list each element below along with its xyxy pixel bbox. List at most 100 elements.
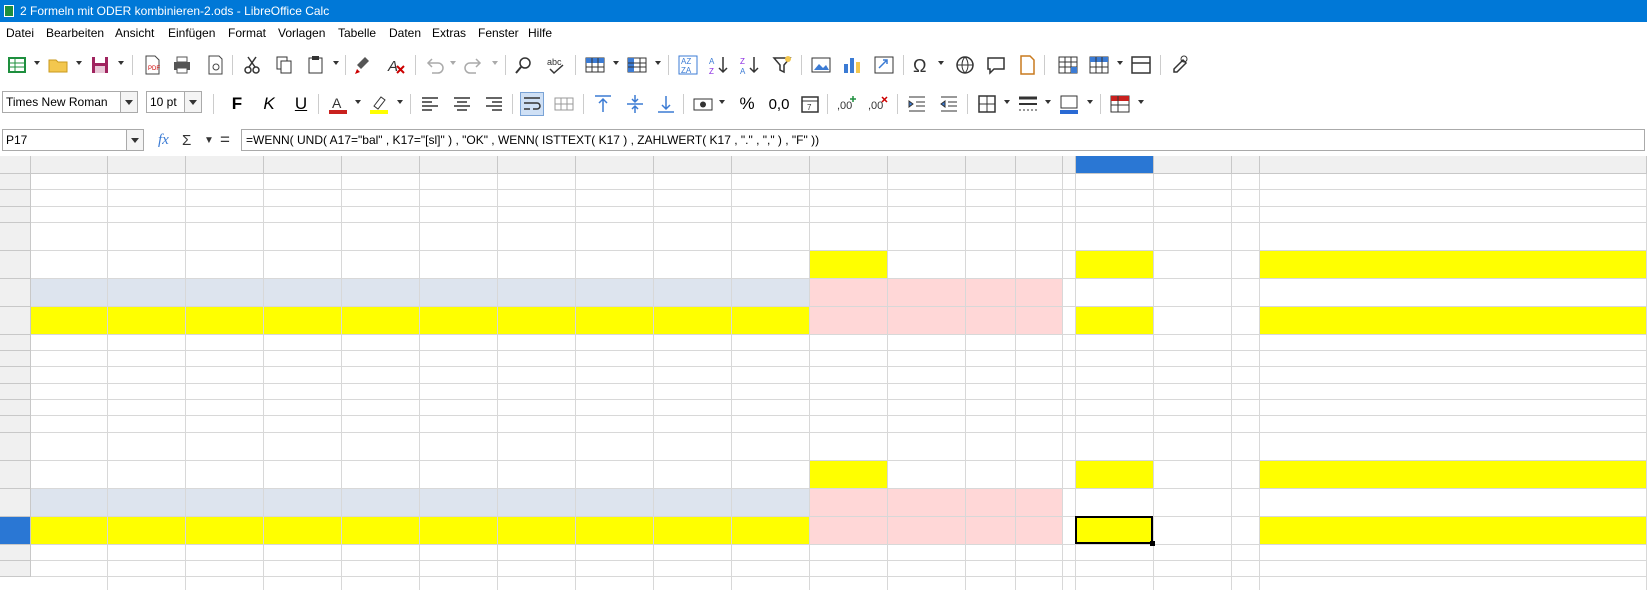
highlight-color-icon[interactable] [367, 92, 391, 116]
increase-indent-icon[interactable] [905, 92, 929, 116]
insert-chart-icon[interactable] [840, 53, 864, 77]
delete-decimal-icon[interactable]: ,00 [866, 92, 890, 116]
row-header-11[interactable] [0, 384, 31, 400]
column-header-D[interactable] [264, 156, 342, 174]
center-vertically-icon[interactable] [623, 92, 647, 116]
column-header-M[interactable] [966, 156, 1016, 174]
spelling-icon[interactable]: abc [545, 53, 569, 77]
headers-footers-icon[interactable] [1015, 53, 1039, 77]
row-header-8[interactable] [0, 335, 31, 351]
font-name-box[interactable]: Times New Roman [2, 91, 138, 113]
border-color-icon[interactable] [1057, 92, 1081, 116]
font-size-box[interactable]: 10 pt [146, 91, 202, 113]
column-header-I[interactable] [654, 156, 732, 174]
special-character-dropdown-icon[interactable] [938, 61, 944, 65]
new-dropdown-icon[interactable] [34, 61, 40, 65]
select-all-corner[interactable] [0, 156, 31, 174]
highlight-dropdown-icon[interactable] [397, 100, 403, 104]
bold-button[interactable]: F [225, 92, 249, 116]
row-header-17[interactable] [0, 517, 31, 545]
conditional-format-icon[interactable] [1108, 92, 1132, 116]
clear-formatting-icon[interactable]: A [384, 53, 408, 77]
chevron-down-icon[interactable] [184, 92, 201, 112]
row-icon[interactable] [583, 53, 607, 77]
show-draw-functions-icon[interactable] [1168, 53, 1192, 77]
fill-handle[interactable] [1150, 541, 1155, 546]
clone-formatting-icon[interactable] [352, 53, 376, 77]
menu-bearbeiten[interactable]: Bearbeiten [46, 22, 104, 44]
redo-icon[interactable] [462, 53, 486, 77]
special-character-icon[interactable]: Ω [910, 53, 934, 77]
menu-extras[interactable]: Extras [432, 22, 466, 44]
column-header-C[interactable] [186, 156, 264, 174]
column-header-O[interactable] [1063, 156, 1076, 174]
column-header-J[interactable] [732, 156, 810, 174]
align-left-icon[interactable] [418, 92, 442, 116]
underline-button[interactable]: U [289, 92, 313, 116]
column-header-P[interactable] [1076, 156, 1154, 174]
menu-format[interactable]: Format [228, 22, 266, 44]
sort-ascending-icon[interactable]: AZ [707, 53, 731, 77]
export-pdf-icon[interactable]: PDF [140, 53, 164, 77]
sum-icon[interactable]: Σ [182, 132, 191, 149]
chevron-down-icon[interactable] [126, 130, 143, 150]
row-header-1[interactable] [0, 174, 31, 190]
row-header-15[interactable] [0, 461, 31, 489]
hyperlink-icon[interactable] [953, 53, 977, 77]
column-header-K[interactable] [810, 156, 888, 174]
menu-daten[interactable]: Daten [389, 22, 421, 44]
align-right-icon[interactable] [482, 92, 506, 116]
row-header-16[interactable] [0, 489, 31, 517]
pivot-table-icon[interactable] [872, 53, 896, 77]
print-icon[interactable] [170, 53, 194, 77]
name-box[interactable]: P17 [2, 129, 144, 151]
font-color-dropdown-icon[interactable] [355, 100, 361, 104]
row-header-4[interactable] [0, 223, 31, 251]
paste-icon[interactable] [304, 53, 328, 77]
borders-icon[interactable] [975, 92, 999, 116]
function-wizard-icon[interactable]: fx [158, 132, 169, 149]
sort-icon[interactable]: AZ ZA [676, 53, 700, 77]
align-top-icon[interactable] [591, 92, 615, 116]
row-header-13[interactable] [0, 416, 31, 433]
copy-icon[interactable] [272, 53, 296, 77]
column-header-N[interactable] [1016, 156, 1063, 174]
sort-descending-icon[interactable]: ZA [738, 53, 762, 77]
row-header-18[interactable] [0, 545, 31, 561]
menu-datei[interactable]: Datei [6, 22, 34, 44]
column-header-B[interactable] [108, 156, 186, 174]
open-dropdown-icon[interactable] [76, 61, 82, 65]
split-window-icon[interactable] [1129, 53, 1153, 77]
save-dropdown-icon[interactable] [118, 61, 124, 65]
undo-icon[interactable] [422, 53, 446, 77]
menu-hilfe[interactable]: Hilfe [528, 22, 552, 44]
percent-format-icon[interactable]: % [735, 92, 759, 116]
new-document-icon[interactable] [5, 53, 29, 77]
column-header-H[interactable] [576, 156, 654, 174]
find-replace-icon[interactable] [512, 53, 536, 77]
row-header-2[interactable] [0, 190, 31, 207]
number-format-icon[interactable]: 0,0 [767, 92, 791, 116]
formula-input[interactable]: =WENN( UND( A17="bal" , K17="[sl]" ) , "… [241, 129, 1645, 151]
comment-icon[interactable] [984, 53, 1008, 77]
column-header-Q[interactable] [1154, 156, 1232, 174]
align-center-icon[interactable] [450, 92, 474, 116]
menu-ansicht[interactable]: Ansicht [115, 22, 154, 44]
row-header-12[interactable] [0, 400, 31, 416]
align-bottom-icon[interactable] [654, 92, 678, 116]
add-decimal-icon[interactable]: ,00 [835, 92, 859, 116]
currency-dropdown-icon[interactable] [719, 100, 725, 104]
menu-fenster[interactable]: Fenster [478, 22, 519, 44]
formula-icon[interactable]: = [220, 130, 230, 150]
freeze-rows-columns-icon[interactable] [1087, 53, 1111, 77]
open-folder-icon[interactable] [46, 53, 70, 77]
column-header-L[interactable] [888, 156, 966, 174]
border-style-dropdown-icon[interactable] [1045, 100, 1051, 104]
row-dropdown-icon[interactable] [613, 61, 619, 65]
border-style-icon[interactable] [1016, 92, 1040, 116]
font-color-icon[interactable]: A [326, 92, 350, 116]
row-header-10[interactable] [0, 367, 31, 384]
column-header-S[interactable] [1260, 156, 1647, 174]
column-header-R[interactable] [1232, 156, 1260, 174]
paste-dropdown-icon[interactable] [333, 61, 339, 65]
